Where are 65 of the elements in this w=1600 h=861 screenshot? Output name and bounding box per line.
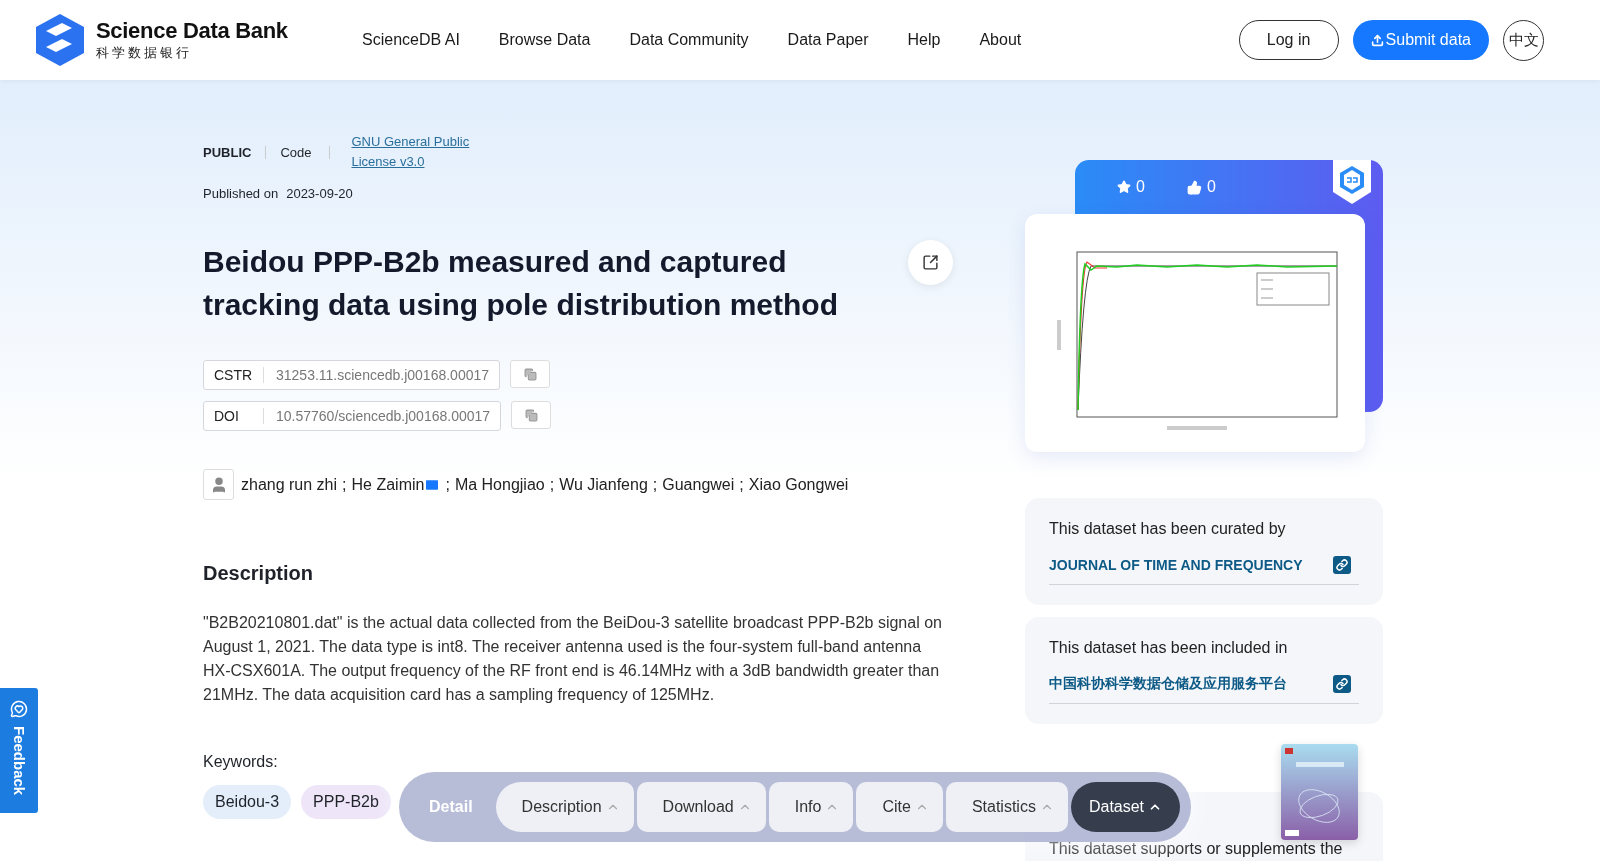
info-text: This dataset has been included in (1049, 639, 1289, 657)
nav-link[interactable]: Browse Data (498, 31, 591, 49)
preview-card[interactable] (1025, 214, 1365, 452)
description-text: "B2B20210801.dat" is the actual data collected from the BeiDou-3 satellite broadcast PPP-B2b signal on August 1, 2021. The data type is int8. The receiver antenna used is the four-system full-band antenna HX-CSX601A. The output frequency of the RF front end is 46.14MHz with a 3dB bandwidth greater than 21MHz. The data acquisition card has a sampling frequency of 125MHz. (203, 613, 943, 705)
published-label: Published on (203, 186, 279, 201)
separator: ; (652, 475, 658, 494)
author-name[interactable]: Xiao Gongwei (748, 475, 849, 494)
badge-icon (1333, 160, 1371, 204)
nav-label: Detail (429, 798, 473, 816)
link-icon[interactable] (1333, 556, 1351, 574)
feedback-icon (10, 700, 28, 718)
journal-link[interactable]: JOURNAL OF TIME AND FREQUENCY (1049, 557, 1303, 573)
section-tab[interactable]: Statistics (945, 782, 1068, 832)
section-tab[interactable]: Download (636, 782, 766, 832)
nav-link[interactable]: ScienceDB AI (362, 31, 460, 49)
copy-button[interactable] (511, 401, 552, 429)
share-icon (922, 254, 939, 271)
section-tab[interactable]: Dataset (1070, 782, 1181, 832)
submit-button[interactable]: Submit data (1352, 20, 1489, 60)
nav-link[interactable]: Data Community (629, 31, 749, 49)
like-count: 0 (1206, 178, 1216, 196)
logo-subtitle: 科学数据银行 (96, 44, 193, 62)
login-button[interactable]: Log in (1238, 20, 1339, 60)
published-date: 2023-09-20 (286, 186, 353, 201)
upload-icon (1370, 33, 1384, 47)
nav-link[interactable]: About (979, 31, 1022, 49)
thumbs-up-icon[interactable] (1186, 179, 1202, 195)
author-name[interactable]: Wu Jianfeng (559, 475, 648, 494)
language-button[interactable]: 中文 (1503, 19, 1544, 61)
keywords-label: Keywords: (203, 753, 279, 771)
link-icon[interactable] (1333, 675, 1351, 693)
section-heading: Description (203, 562, 315, 585)
section-tab[interactable]: Cite (856, 782, 943, 832)
keyword-tag[interactable]: PPP-B2b (301, 785, 391, 819)
platform-link[interactable]: 中国科协科学数据仓储及应用服务平台 (1049, 675, 1287, 693)
info-text: This dataset supports or supplements the (1049, 843, 1344, 855)
avatar-icon (203, 469, 234, 500)
keyword-tag[interactable]: Beidou-3 (203, 785, 292, 819)
author-name[interactable]: zhang run zhi (241, 475, 338, 494)
separator: ; (549, 475, 555, 494)
section-tab[interactable]: Info (768, 782, 854, 832)
nav-link[interactable]: Help (907, 31, 941, 49)
type-label: Code (266, 145, 331, 159)
info-text: This dataset has been curated by (1049, 520, 1287, 538)
separator: ; (739, 475, 744, 494)
identifier-field: DOI 10.57760/sciencedb.j00168.00017 (203, 401, 502, 431)
dataset-title: Beidou PPP-B2b measured and captured tracking data using pole distribution method (203, 244, 840, 323)
share-button[interactable] (908, 240, 953, 285)
star-count: 0 (1136, 178, 1145, 196)
identifier-field: CSTR 31253.11.sciencedb.j00168.00017 (203, 360, 501, 390)
logo-title: Science Data Bank (96, 18, 288, 44)
license-link[interactable]: GNU General Public License v3.0 (351, 132, 482, 172)
star-icon[interactable] (1117, 180, 1131, 194)
author-name[interactable]: Ma Hongjiao (454, 475, 545, 494)
separator: ; (342, 475, 347, 494)
separator: ; (445, 475, 450, 494)
copy-icon (524, 408, 538, 422)
author-name[interactable]: Guangwei (662, 475, 735, 494)
copy-icon (523, 367, 537, 381)
access-label: PUBLIC (203, 145, 267, 159)
section-tab[interactable]: Description (495, 782, 634, 832)
author-name[interactable]: He Zaimin (351, 475, 425, 494)
nav-link[interactable]: Data Paper (787, 31, 869, 49)
feedback-button[interactable]: Feedback (0, 688, 38, 813)
copy-button[interactable] (510, 360, 551, 388)
